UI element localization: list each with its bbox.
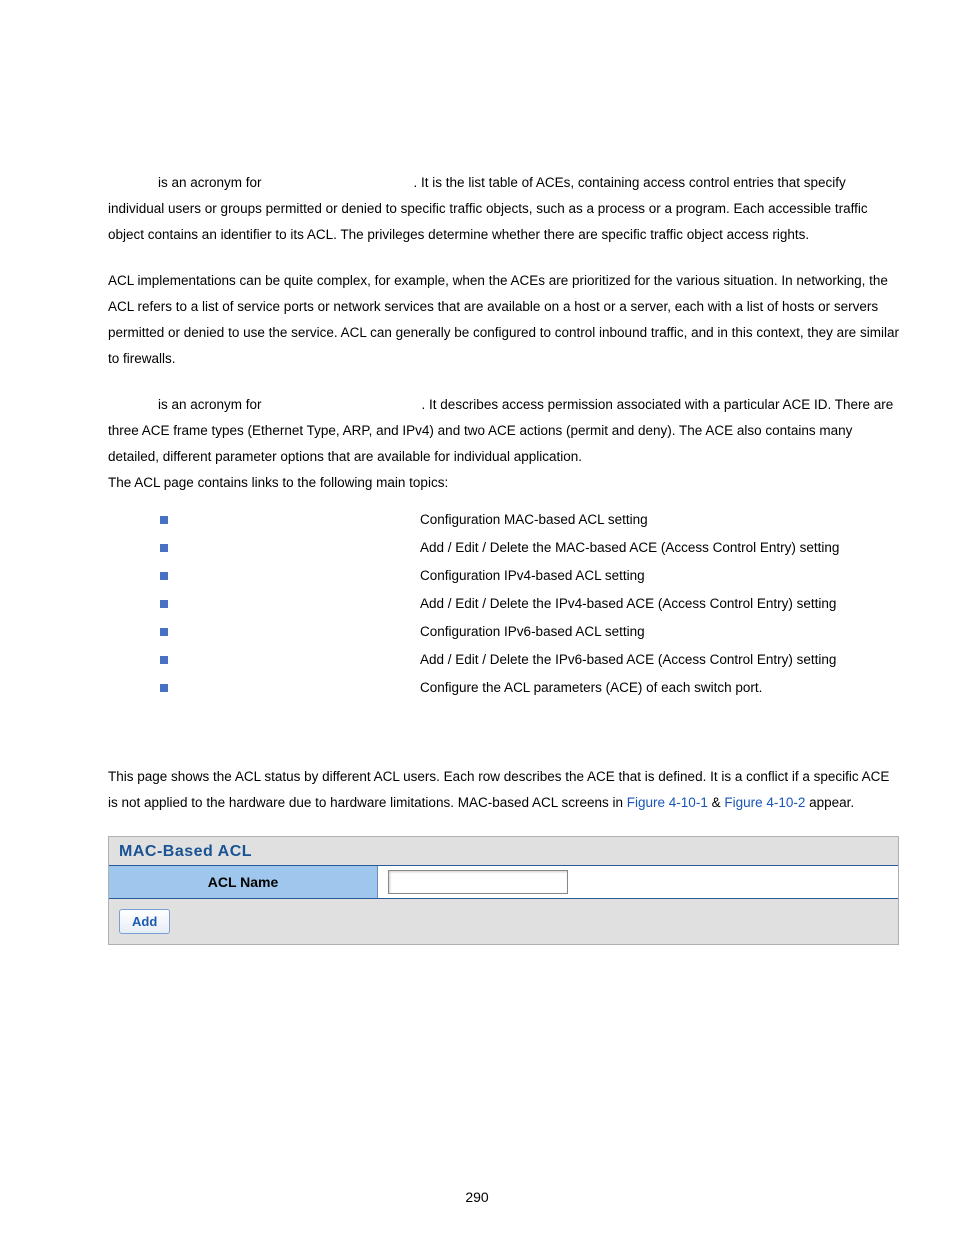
add-button[interactable]: Add	[119, 909, 170, 934]
acl-name-label: ACL Name	[109, 866, 378, 898]
text-fragment: is an acronym for	[158, 397, 262, 412]
panel-title: MAC-Based ACL	[109, 837, 898, 865]
figure-reference-link[interactable]: Figure 4-10-1	[627, 795, 708, 810]
acl-name-input-cell	[378, 866, 898, 898]
topic-description: Configuration IPv4-based ACL setting	[420, 562, 645, 590]
list-item: Add / Edit / Delete the IPv6-based ACE (…	[108, 646, 899, 674]
list-item: Configuration IPv4-based ACL setting	[108, 562, 899, 590]
square-bullet-icon	[160, 572, 168, 580]
square-bullet-icon	[160, 544, 168, 552]
form-row: ACL Name	[109, 865, 898, 899]
panel-footer: Add	[109, 899, 898, 944]
figure-reference-link[interactable]: Figure 4-10-2	[724, 795, 805, 810]
square-bullet-icon	[160, 516, 168, 524]
topic-description: Add / Edit / Delete the IPv4-based ACE (…	[420, 590, 836, 618]
topic-description: Configuration IPv6-based ACL setting	[420, 618, 645, 646]
list-item: Add / Edit / Delete the MAC-based ACE (A…	[108, 534, 899, 562]
paragraph-acl-implementations: ACL implementations can be quite complex…	[108, 268, 899, 372]
paragraph-acl-acronym: is an acronym for. It is the list table …	[108, 170, 899, 248]
square-bullet-icon	[160, 656, 168, 664]
square-bullet-icon	[160, 628, 168, 636]
page-number: 290	[0, 1189, 954, 1205]
mac-based-acl-panel: MAC-Based ACL ACL Name Add	[108, 836, 899, 945]
topic-description: Configuration MAC-based ACL setting	[420, 506, 648, 534]
list-item: Configuration IPv6-based ACL setting	[108, 618, 899, 646]
topics-list: Configuration MAC-based ACL setting Add …	[108, 506, 899, 702]
text-fragment: is an acronym for	[158, 175, 262, 190]
acl-name-input[interactable]	[388, 870, 568, 894]
paragraph-acl-status: This page shows the ACL status by differ…	[108, 764, 899, 816]
list-item: Configure the ACL parameters (ACE) of ea…	[108, 674, 899, 702]
square-bullet-icon	[160, 684, 168, 692]
text-fragment: appear.	[805, 795, 854, 810]
list-item: Add / Edit / Delete the IPv4-based ACE (…	[108, 590, 899, 618]
square-bullet-icon	[160, 600, 168, 608]
document-page: is an acronym for. It is the list table …	[0, 0, 954, 1235]
paragraph-acl-page-links: The ACL page contains links to the follo…	[108, 470, 899, 496]
topic-description: Add / Edit / Delete the MAC-based ACE (A…	[420, 534, 839, 562]
topic-description: Configure the ACL parameters (ACE) of ea…	[420, 674, 762, 702]
paragraph-ace-acronym: is an acronym for. It describes access p…	[108, 392, 899, 470]
list-item: Configuration MAC-based ACL setting	[108, 506, 899, 534]
topic-description: Add / Edit / Delete the IPv6-based ACE (…	[420, 646, 836, 674]
text-fragment: &	[708, 795, 725, 810]
